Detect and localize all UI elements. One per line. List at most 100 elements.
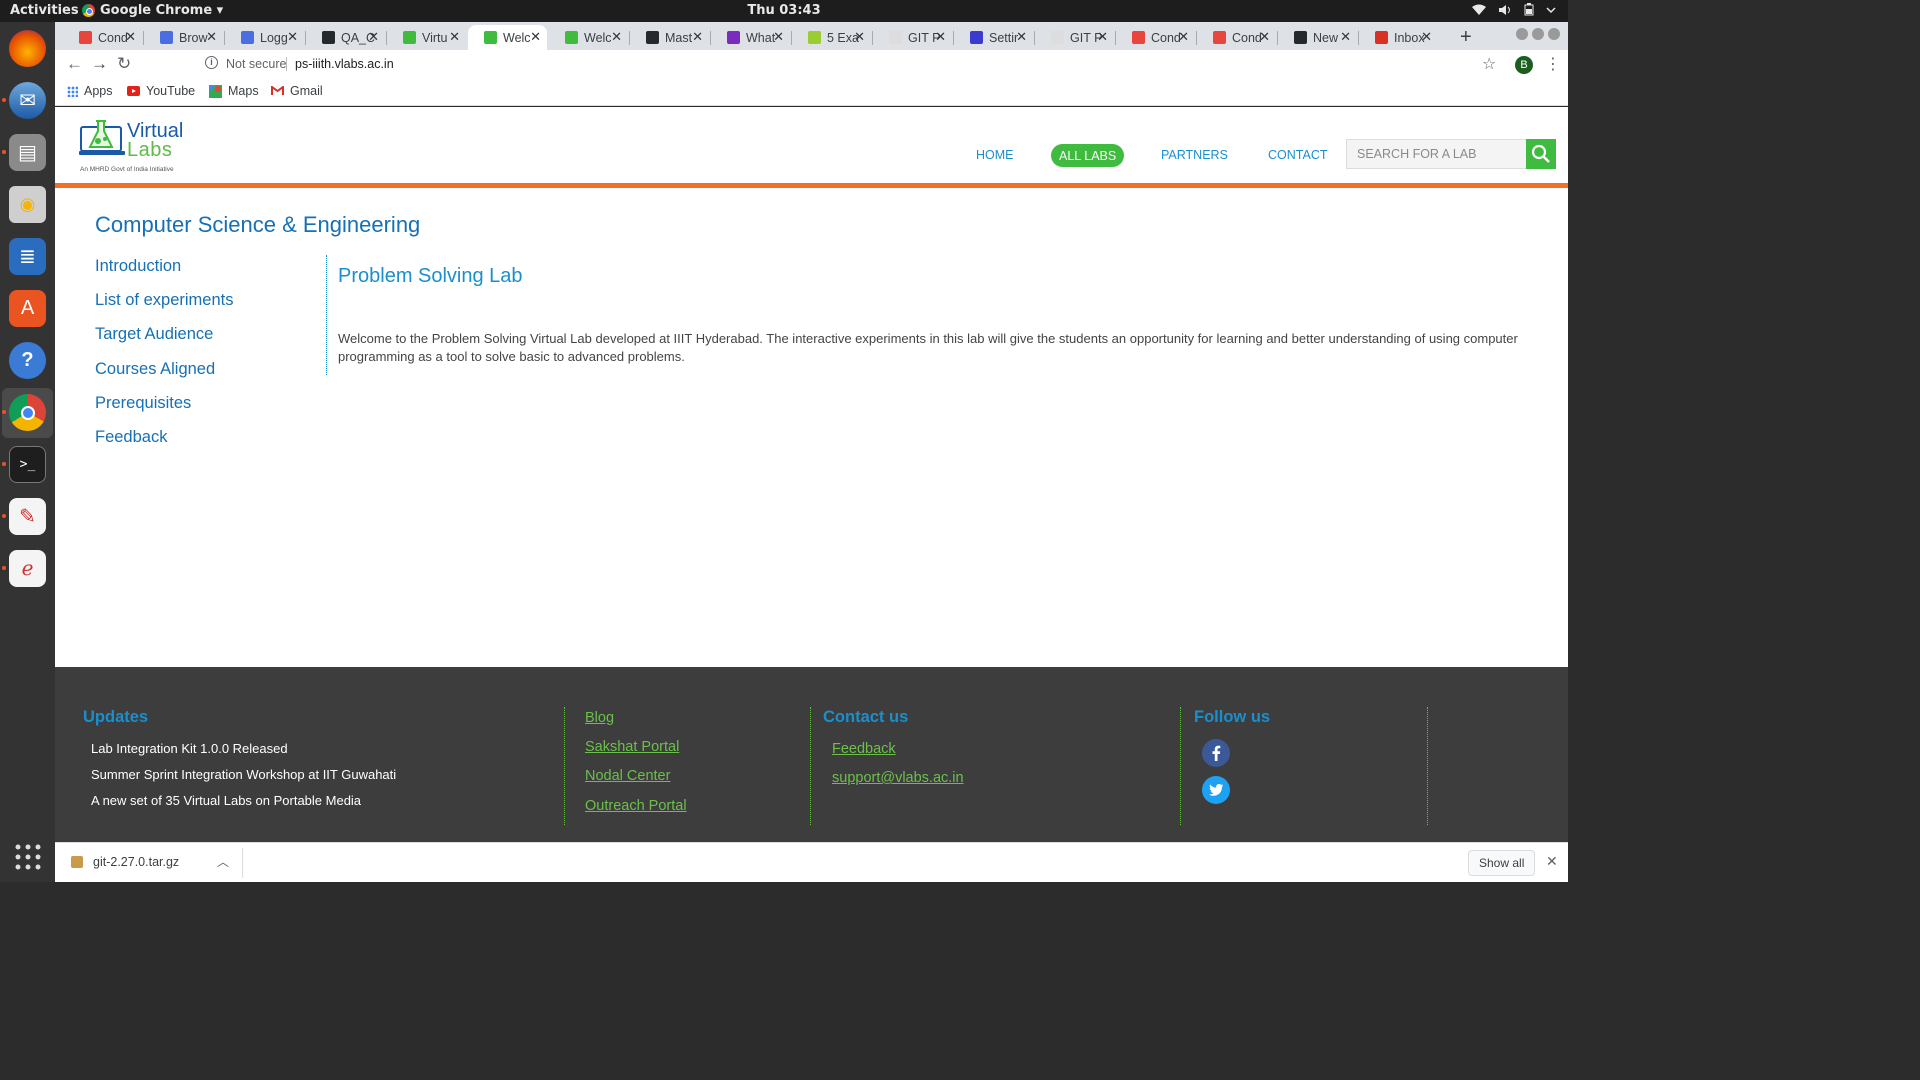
facebook-icon[interactable] bbox=[1202, 739, 1230, 767]
footer-link-nodal-center[interactable]: Nodal Center bbox=[585, 768, 670, 784]
tab-close-icon[interactable]: ✕ bbox=[206, 29, 217, 45]
browser-tab[interactable]: Cond ✕ bbox=[1197, 25, 1276, 50]
tab-close-icon[interactable]: ✕ bbox=[1178, 29, 1189, 45]
tab-close-icon[interactable]: ✕ bbox=[1340, 29, 1351, 45]
sidebar-item-target-audience[interactable]: Target Audience bbox=[95, 325, 213, 344]
bookmark-star-icon[interactable]: ☆ bbox=[1482, 54, 1496, 74]
footer-link-outreach-portal[interactable]: Outreach Portal bbox=[585, 798, 687, 814]
terminal-icon[interactable]: >_ bbox=[9, 446, 46, 483]
close-window-button[interactable] bbox=[1548, 28, 1560, 40]
tab-close-icon[interactable]: ✕ bbox=[935, 29, 946, 45]
firefox-icon[interactable] bbox=[9, 30, 46, 67]
show-all-button[interactable]: Show all bbox=[1468, 850, 1536, 876]
nav-partners[interactable]: PARTNERS bbox=[1161, 148, 1228, 162]
text-editor-icon[interactable]: ✎ bbox=[9, 498, 46, 535]
tab-close-icon[interactable]: ✕ bbox=[611, 29, 622, 45]
browser-tab[interactable]: What ✕ bbox=[711, 25, 790, 50]
nav-all-labs[interactable]: ALL LABS bbox=[1051, 144, 1125, 167]
lab-search-input[interactable]: SEARCH FOR A LAB bbox=[1346, 139, 1527, 169]
tab-close-icon[interactable]: ✕ bbox=[1421, 29, 1432, 45]
close-icon[interactable]: ✕ bbox=[1546, 853, 1558, 870]
tab-close-icon[interactable]: ✕ bbox=[1016, 29, 1027, 45]
footer-link-blog[interactable]: Blog bbox=[585, 710, 614, 726]
tab-close-icon[interactable]: ✕ bbox=[1259, 29, 1270, 45]
chevron-up-icon[interactable]: ︿ bbox=[217, 853, 229, 870]
document-viewer-icon[interactable]: ℯ bbox=[9, 550, 46, 587]
nav-contact[interactable]: CONTACT bbox=[1268, 148, 1328, 162]
tab-close-icon[interactable]: ✕ bbox=[368, 29, 379, 45]
reload-button[interactable]: ↻ bbox=[117, 54, 131, 74]
footer-divider bbox=[810, 707, 811, 825]
new-tab-button[interactable]: + bbox=[1460, 26, 1472, 49]
tab-favicon-icon bbox=[1132, 31, 1145, 44]
bookmark-youtube[interactable]: YouTube bbox=[127, 84, 195, 98]
system-tray[interactable] bbox=[1472, 3, 1556, 16]
browser-tab[interactable]: QA_C ✕ bbox=[306, 25, 385, 50]
tab-close-icon[interactable]: ✕ bbox=[287, 29, 298, 45]
browser-tab[interactable]: Virtu ✕ bbox=[387, 25, 466, 50]
browser-tab[interactable]: Cond ✕ bbox=[1116, 25, 1195, 50]
browser-tab[interactable]: GIT P ✕ bbox=[873, 25, 952, 50]
sidebar-item-prerequisites[interactable]: Prerequisites bbox=[95, 394, 191, 413]
footer-link-email[interactable]: support@vlabs.ac.in bbox=[832, 770, 964, 786]
back-button[interactable]: ← bbox=[66, 54, 83, 74]
bookmark-apps[interactable]: Apps bbox=[67, 84, 113, 98]
download-item[interactable]: git-2.27.0.tar.gz bbox=[71, 855, 179, 869]
tab-close-icon[interactable]: ✕ bbox=[449, 29, 460, 45]
browser-tab[interactable]: Inbox ✕ bbox=[1359, 25, 1438, 50]
twitter-icon[interactable] bbox=[1202, 776, 1230, 804]
help-icon[interactable]: ? bbox=[9, 342, 46, 379]
sidebar-item-courses-aligned[interactable]: Courses Aligned bbox=[95, 360, 215, 379]
update-item[interactable]: Summer Sprint Integration Workshop at II… bbox=[91, 767, 396, 782]
footer-link-sakshat-portal[interactable]: Sakshat Portal bbox=[585, 739, 679, 755]
browser-tab[interactable]: 5 Exa ✕ bbox=[792, 25, 871, 50]
browser-tab[interactable]: New ✕ bbox=[1278, 25, 1357, 50]
minimize-button[interactable] bbox=[1516, 28, 1528, 40]
show-applications-icon[interactable] bbox=[9, 838, 46, 875]
browser-tab[interactable]: Brow ✕ bbox=[144, 25, 223, 50]
tab-close-icon[interactable]: ✕ bbox=[125, 29, 136, 45]
search-button[interactable] bbox=[1526, 139, 1556, 169]
tab-close-icon[interactable]: ✕ bbox=[692, 29, 703, 45]
footer-updates-heading: Updates bbox=[83, 708, 149, 726]
chrome-icon[interactable] bbox=[9, 394, 46, 431]
maximize-button[interactable] bbox=[1532, 28, 1544, 40]
files-icon[interactable]: ▤ bbox=[9, 134, 46, 171]
chrome-menu-icon[interactable]: ⋮ bbox=[1545, 54, 1561, 74]
site-header: Virtual Labs An MHRD Govt of India Initi… bbox=[55, 107, 1568, 183]
update-item[interactable]: A new set of 35 Virtual Labs on Portable… bbox=[91, 793, 361, 808]
rhythmbox-icon[interactable]: ◉ bbox=[9, 186, 46, 223]
browser-tab[interactable]: Welc ✕ bbox=[549, 25, 628, 50]
url-text[interactable]: ps-iiith.vlabs.ac.in bbox=[295, 57, 394, 71]
ubuntu-software-icon[interactable]: A bbox=[9, 290, 46, 327]
browser-tab[interactable]: Settir ✕ bbox=[954, 25, 1033, 50]
tab-close-icon[interactable]: ✕ bbox=[773, 29, 784, 45]
browser-tab[interactable]: Logg ✕ bbox=[225, 25, 304, 50]
tab-close-icon[interactable]: ✕ bbox=[530, 29, 541, 45]
thunderbird-icon[interactable]: ✉ bbox=[9, 82, 46, 119]
nav-home[interactable]: HOME bbox=[976, 148, 1014, 162]
security-label[interactable]: Not secure bbox=[226, 57, 286, 71]
browser-tab[interactable]: Cond ✕ bbox=[63, 25, 142, 50]
browser-tab[interactable]: Welc ✕ bbox=[468, 25, 547, 50]
footer-link-feedback[interactable]: Feedback bbox=[832, 741, 896, 757]
address-bar[interactable]: i Not secure ps-iiith.vlabs.ac.in bbox=[199, 52, 1559, 76]
bookmark-gmail[interactable]: Gmail bbox=[271, 84, 323, 98]
tab-favicon-icon bbox=[1051, 31, 1064, 44]
libreoffice-writer-icon[interactable]: ≣ bbox=[9, 238, 46, 275]
sidebar-item-list-of-experiments[interactable]: List of experiments bbox=[95, 291, 233, 310]
bookmark-maps[interactable]: Maps bbox=[209, 84, 259, 98]
profile-avatar[interactable]: B bbox=[1515, 56, 1533, 74]
browser-tab[interactable]: Mast ✕ bbox=[630, 25, 709, 50]
tab-favicon-icon bbox=[727, 31, 740, 44]
virtual-labs-logo[interactable]: Virtual Labs An MHRD Govt of India Initi… bbox=[79, 115, 189, 177]
tab-close-icon[interactable]: ✕ bbox=[1097, 29, 1108, 45]
tab-close-icon[interactable]: ✕ bbox=[854, 29, 865, 45]
clock[interactable]: Thu 03:43 bbox=[0, 3, 1568, 18]
update-item[interactable]: Lab Integration Kit 1.0.0 Released bbox=[91, 741, 288, 756]
browser-tab[interactable]: GIT P ✕ bbox=[1035, 25, 1114, 50]
sidebar-item-feedback[interactable]: Feedback bbox=[95, 428, 167, 447]
sidebar-item-introduction[interactable]: Introduction bbox=[95, 257, 181, 276]
info-icon[interactable]: i bbox=[205, 56, 218, 69]
forward-button[interactable]: → bbox=[91, 54, 108, 74]
